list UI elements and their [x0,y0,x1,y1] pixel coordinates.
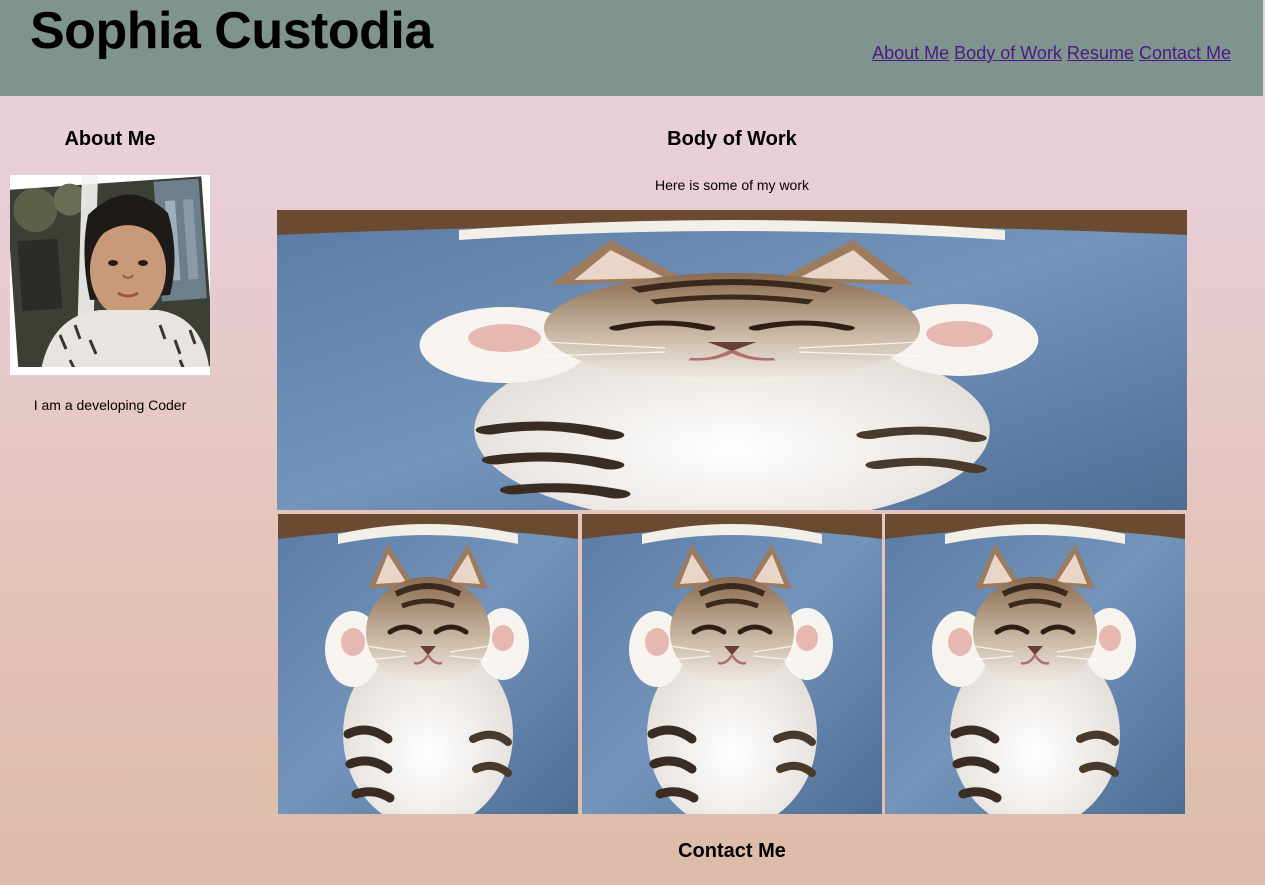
body-of-work-heading: Body of Work [667,128,797,150]
work-hero-image[interactable] [277,210,1187,510]
nav-link-contact-me[interactable]: Contact Me [1139,43,1231,63]
work-thumbnail-1[interactable] [278,514,578,814]
body-of-work-subtext: Here is some of my work [654,177,810,193]
nav-link-resume[interactable]: Resume [1067,43,1134,63]
site-title: Sophia Custodia [30,2,433,60]
nav-link-about-me[interactable]: About Me [872,43,949,63]
site-header: Sophia Custodia About Me Body of Work Re… [0,0,1263,96]
profile-photo [10,175,210,375]
about-me-heading: About Me [64,128,156,150]
contact-me-heading: Contact Me [678,840,786,862]
main-nav: About Me Body of Work Resume Contact Me [872,43,1231,64]
work-thumbnail-2[interactable] [582,514,882,814]
nav-link-body-of-work[interactable]: Body of Work [954,43,1062,63]
about-me-text: I am a developing Coder [33,397,187,413]
work-thumbnail-3[interactable] [885,514,1185,814]
